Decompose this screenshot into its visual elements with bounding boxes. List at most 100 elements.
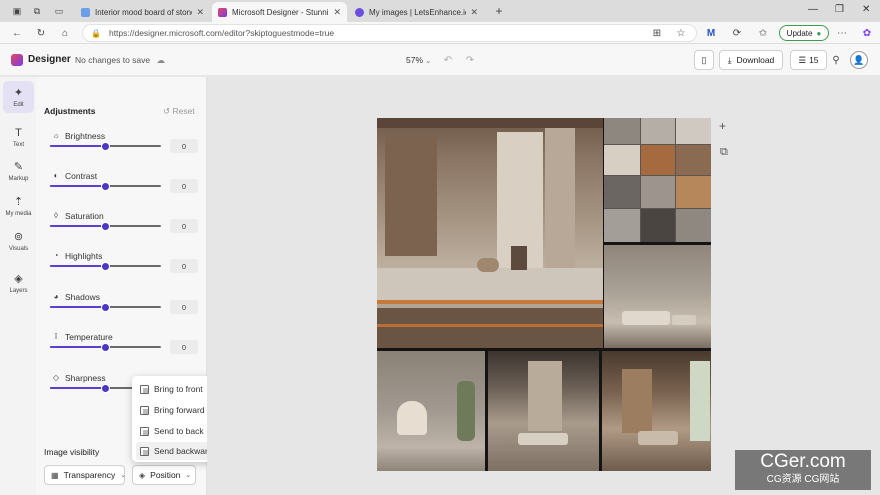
close-tab-icon[interactable]: ✕	[196, 7, 204, 18]
layers-icon: ◈	[14, 272, 23, 285]
chevron-down-icon: ⌄	[425, 58, 432, 65]
menu-item-label: Send to back	[154, 426, 204, 436]
rail-item-my-media[interactable]: ⇡ My media	[3, 190, 34, 222]
saturation-slider[interactable]	[50, 221, 161, 231]
send-backward-item[interactable]: Send backward	[136, 442, 210, 460]
slider-thumb[interactable]	[101, 383, 110, 393]
rail-item-layers[interactable]: ◈ Layers	[3, 267, 34, 299]
brightness-slider[interactable]	[50, 141, 161, 151]
slider-thumb[interactable]	[101, 221, 110, 231]
adjustment-brightness: ☼ Brightness 0	[36, 131, 207, 171]
slider-thumb[interactable]	[101, 141, 110, 151]
adjustment-label: Temperature	[65, 332, 113, 342]
search-favicon-icon	[81, 7, 90, 17]
brightness-value-field[interactable]: 0	[170, 139, 198, 153]
temperature-value-field[interactable]: 0	[170, 340, 198, 354]
minimize-icon[interactable]: —	[808, 4, 818, 15]
split-screen-icon[interactable]: ⊞	[650, 26, 664, 40]
contrast-value-field[interactable]: 0	[170, 179, 198, 193]
rail-item-markup[interactable]: ✎ Markup	[3, 155, 34, 187]
redo-icon[interactable]: ↷	[462, 52, 478, 68]
bring-forward-icon	[140, 405, 149, 415]
living-room-photo	[377, 118, 603, 348]
left-rail: ✦ Edit T Text ✎ Markup ⇡ My media ⊚ Visu…	[0, 77, 36, 495]
shadows-value-field[interactable]: 0	[170, 300, 198, 314]
undo-icon[interactable]: ↶	[440, 52, 456, 68]
adjustment-label: Contrast	[65, 171, 98, 181]
favorites-icon[interactable]: ✩	[756, 26, 770, 40]
tab-actions-icon[interactable]: ▭	[52, 4, 66, 18]
slider-thumb[interactable]	[101, 302, 110, 312]
favorite-star-icon[interactable]: ☆	[674, 26, 688, 40]
send-to-back-item[interactable]: Send to back	[136, 422, 210, 440]
maximize-icon[interactable]: ❐	[835, 4, 844, 15]
shadows-icon: ◕	[53, 292, 59, 301]
position-menu: Bring to front Bring forward Send to bac…	[132, 376, 214, 462]
close-window-icon[interactable]: ✕	[862, 4, 870, 15]
highlights-slider[interactable]	[50, 261, 161, 271]
saturation-value-field[interactable]: 0	[170, 219, 198, 233]
page-settings-icon[interactable]: ⧉	[720, 146, 728, 159]
home-icon[interactable]: ⌂	[58, 26, 72, 40]
highlights-value-field[interactable]: 0	[170, 259, 198, 273]
extension-icon[interactable]: ⟳	[730, 26, 744, 40]
sparkle-icon: ✦	[13, 86, 24, 99]
bring-forward-item[interactable]: Bring forward	[136, 401, 210, 419]
tab-mood-board[interactable]: Interior mood board of stone, co ✕	[75, 2, 210, 22]
close-tab-icon[interactable]: ✕	[470, 7, 478, 18]
tab-letsenhance[interactable]: My images | LetsEnhance.io - Ima ✕	[349, 2, 484, 22]
copilot-icon[interactable]: ✿	[860, 26, 874, 40]
pen-icon: ✎	[13, 160, 24, 173]
adjustment-saturation: ◊ Saturation 0	[36, 211, 207, 251]
mood-board-image[interactable]	[377, 118, 711, 471]
download-button[interactable]: ⤓ Download	[719, 50, 783, 70]
slider-thumb[interactable]	[101, 261, 110, 271]
url-field[interactable]: 🔒 https://designer.microsoft.com/editor?…	[82, 24, 697, 42]
avatar[interactable]: 👤	[850, 51, 868, 69]
slider-thumb[interactable]	[101, 181, 110, 191]
update-button[interactable]: Update ●	[779, 25, 829, 41]
share-icon[interactable]: ⚲	[828, 52, 844, 68]
tab-designer[interactable]: Microsoft Designer - Stunning de ✕	[212, 2, 347, 22]
rail-label: Text	[12, 141, 24, 148]
transparency-button[interactable]: ▦ Transparency ⌄	[44, 465, 126, 485]
image-visibility-title: Image visibility	[44, 447, 100, 457]
designer-logo-icon	[11, 54, 23, 66]
send-backward-icon	[140, 446, 149, 456]
adjustment-highlights: ◔ Highlights 0	[36, 251, 207, 291]
reset-button[interactable]: ↺ Reset	[163, 106, 195, 117]
bring-to-front-item[interactable]: Bring to front	[136, 380, 210, 398]
close-tab-icon[interactable]: ✕	[333, 7, 341, 18]
rail-item-visuals[interactable]: ⊚ Visuals	[3, 225, 34, 257]
upload-icon: ⇡	[13, 195, 24, 208]
new-tab-icon[interactable]: +	[492, 4, 506, 18]
rail-item-text[interactable]: T Text	[3, 121, 34, 153]
adjustment-label: Sharpness	[65, 373, 106, 383]
position-button[interactable]: ◈ Position ⌄	[132, 465, 196, 485]
slider-thumb[interactable]	[101, 342, 110, 352]
shadows-slider[interactable]	[50, 302, 161, 312]
profile-icon[interactable]: ▣	[10, 4, 24, 18]
extension-m-icon[interactable]: M	[704, 26, 718, 40]
temperature-slider[interactable]	[50, 342, 161, 352]
zoom-control[interactable]: 57% ⌄	[406, 55, 431, 65]
browser-tab-strip: ▣ ⧉ ▭ Interior mood board of stone, co ✕…	[0, 0, 880, 22]
menu-item-label: Bring forward	[154, 405, 205, 415]
zoom-value: 57%	[406, 55, 424, 65]
rail-item-edit[interactable]: ✦ Edit	[3, 81, 34, 113]
more-menu-icon[interactable]: ⋯	[835, 26, 849, 40]
workspaces-icon[interactable]: ⧉	[30, 4, 44, 18]
wood-room-photo	[602, 351, 711, 471]
credits-count: 15	[809, 55, 819, 65]
credits-button[interactable]: ☰ 15	[790, 50, 827, 70]
thermometer-icon: ǐ	[55, 332, 57, 341]
watermark: CGer.com CG资源 CG网站	[735, 450, 871, 490]
refresh-icon[interactable]: ↻	[34, 26, 48, 40]
contrast-slider[interactable]	[50, 181, 161, 191]
back-icon[interactable]: ←	[10, 26, 24, 40]
drop-icon: ◊	[54, 211, 58, 220]
resize-button[interactable]: ▯	[694, 50, 714, 70]
download-label: Download	[736, 55, 775, 65]
contrast-icon: ◐	[53, 171, 59, 180]
add-page-icon[interactable]: +	[719, 119, 726, 133]
